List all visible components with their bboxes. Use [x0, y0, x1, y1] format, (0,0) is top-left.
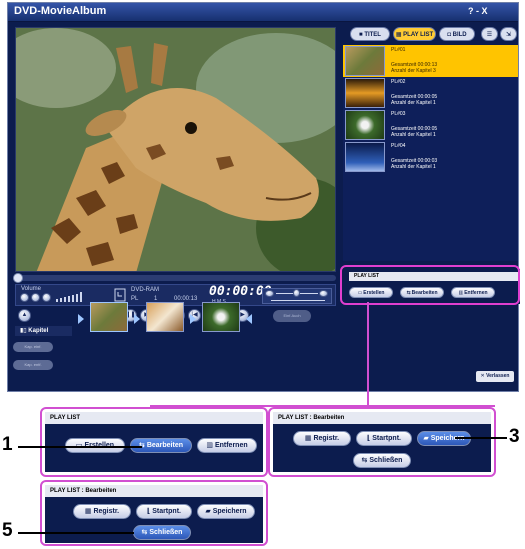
playlist-thumb-sky — [345, 142, 385, 172]
seek-knob[interactable] — [13, 273, 23, 283]
playlist-item-info: Gesamtzeit 00:00:03 Anzahl der Kapitel 1 — [391, 158, 437, 170]
callout-5-panel: PLAY LIST : Bearbeiten ▦ Registr. ⌊ Star… — [45, 485, 263, 543]
playlist-item-name: PL#03 — [391, 111, 406, 117]
playlist-item-info: Gesamtzeit 00:00:13 Anzahl der Kapitel 3 — [391, 62, 437, 74]
tab-titel-label: TITEL — [364, 32, 381, 38]
chapter-thumb-2[interactable] — [146, 302, 184, 332]
lead-line-1 — [18, 446, 142, 448]
volume-up-button[interactable] — [42, 293, 51, 302]
playlist-thumb-giraffe — [345, 46, 385, 76]
callout-1-entfernen-button[interactable]: ▥ Entfernen — [197, 438, 257, 453]
playlist-item-info: Gesamtzeit 00:00:05 Anzahl der Kapitel 1 — [391, 94, 437, 106]
verlassen-button[interactable]: ✕ Verlassen — [476, 371, 514, 382]
callout-5-speichern-label: Speichern — [212, 508, 247, 515]
zoom-in-button[interactable] — [319, 290, 328, 297]
title-bar: DVD-MovieAlbum ? - X — [8, 3, 518, 22]
zoom-slider-knob[interactable] — [293, 289, 300, 297]
playlist-item-chapters: Anzahl der Kapitel 1 — [391, 164, 436, 170]
callout-number-1: 1 — [2, 434, 13, 455]
callout-3: PLAY LIST : Bearbeiten ▦ Registr. ⌊ Star… — [268, 407, 496, 477]
connector-line-vertical — [367, 302, 369, 406]
chapter-thumb-1[interactable] — [90, 302, 128, 332]
callout-5-header: PLAY LIST : Bearbeiten — [45, 485, 263, 497]
tab-playlist-label: PLAY LIST — [403, 32, 434, 38]
seek-bar[interactable] — [13, 273, 336, 283]
chapter-marker-3 — [190, 314, 196, 324]
tab-bild[interactable]: ◘ BILD — [439, 27, 475, 41]
callout-5-registr-label: Registr. — [93, 508, 120, 515]
volume-mute-button[interactable] — [31, 293, 40, 302]
chapter-strip — [78, 301, 498, 351]
playlist-item-3[interactable]: PL#03 Gesamtzeit 00:00:05 Anzahl der Kap… — [343, 109, 518, 141]
callout-3-registr-label: Registr. — [313, 435, 340, 442]
tab-bild-label: BILD — [452, 32, 467, 38]
playlist-item-name: PL#02 — [391, 79, 406, 85]
chapter-marker-2 — [134, 314, 140, 324]
verlassen-label: Verlassen — [486, 373, 510, 379]
playlist-item-2[interactable]: PL#02 Gesamtzeit 00:00:05 Anzahl der Kap… — [343, 77, 518, 109]
insert-chapter-button[interactable]: Kap. einf. — [13, 342, 53, 352]
playlist-item-1[interactable]: PL#01 Gesamtzeit 00:00:13 Anzahl der Kap… — [343, 45, 518, 77]
giraffe-image — [16, 28, 335, 271]
chapter-end-marker — [246, 314, 252, 324]
callout-5-startpnt-label: Startpnt. — [152, 508, 181, 515]
callout-3-panel: PLAY LIST : Bearbeiten ▦ Registr. ⌊ Star… — [273, 412, 491, 472]
callout-1: PLAY LIST ▭ Erstellen ⇆ Bearbeiten ▥ Ent… — [40, 407, 268, 477]
window-title: DVD-MovieAlbum — [14, 5, 107, 17]
playlist-item-chapters: Anzahl der Kapitel 1 — [391, 132, 436, 138]
video-preview — [15, 27, 336, 272]
trash-icon: ▥ — [206, 442, 215, 449]
callout-3-startpnt-label: Startpnt. — [372, 435, 401, 442]
chapter-bar: ▮▯ Kapitel — [15, 326, 72, 336]
callout-1-header: PLAY LIST — [45, 412, 263, 424]
callout-5-registr-button[interactable]: ▦ Registr. — [73, 504, 131, 519]
panel-highlight — [340, 265, 520, 305]
chapter-start-marker — [78, 314, 84, 324]
app-window: DVD-MovieAlbum ? - X Volume DVD-RAM PL 1… — [7, 2, 520, 392]
list-view-button[interactable]: ☰ — [481, 27, 498, 41]
save-icon: ▰ — [205, 508, 213, 515]
chapter-label-text: Kapitel — [28, 328, 49, 334]
callout-5-schliessen-label: Schließen — [149, 529, 183, 536]
lead-line-3 — [455, 437, 507, 439]
callout-number-5: 5 — [2, 520, 13, 541]
playlist-item-info: Gesamtzeit 00:00:05 Anzahl der Kapitel 1 — [391, 126, 437, 138]
playlist-item-name: PL#04 — [391, 143, 406, 149]
chapter-thumb-3[interactable] — [202, 302, 240, 332]
callout-3-schliessen-label: Schließen — [369, 457, 403, 464]
lead-line-5 — [18, 532, 134, 534]
callout-3-registr-button[interactable]: ▦ Registr. — [293, 431, 351, 446]
callout-number-3: 3 — [509, 426, 520, 447]
disc-type: DVD-RAM — [131, 287, 159, 293]
playlist-item-4[interactable]: PL#04 Gesamtzeit 00:00:03 Anzahl der Kap… — [343, 141, 518, 173]
save-icon: ▰ — [423, 435, 431, 442]
playlist-item-chapters: Anzahl der Kapitel 3 — [391, 68, 436, 74]
callout-5: PLAY LIST : Bearbeiten ▦ Registr. ⌊ Star… — [40, 480, 268, 546]
chapter-label: ▮▯ Kapitel — [20, 327, 48, 334]
callout-1-entfernen-label: Entfernen — [214, 442, 248, 449]
tab-titel[interactable]: ■ TITEL — [350, 27, 390, 41]
callout-3-startpnt-button[interactable]: ⌊ Startpnt. — [356, 431, 412, 446]
callout-5-schliessen-button[interactable]: ⇆ Schließen — [133, 525, 191, 540]
callout-1-bearbeiten-label: Bearbeiten — [146, 442, 183, 449]
zoom-out-button[interactable] — [265, 290, 274, 297]
callout-3-header: PLAY LIST : Bearbeiten — [273, 412, 491, 424]
window-controls[interactable]: ? - X — [468, 6, 488, 16]
eject-button[interactable]: ▲ — [18, 309, 31, 322]
callout-3-schliessen-button[interactable]: ⇆ Schließen — [353, 453, 411, 468]
playlist-thumb-sunset — [345, 78, 385, 108]
playlist-item-name: PL#01 — [391, 47, 406, 53]
tab-playlist[interactable]: ▦ PLAY LIST — [393, 27, 436, 41]
volume-down-button[interactable] — [20, 293, 29, 302]
callout-5-startpnt-button[interactable]: ⌊ Startpnt. — [136, 504, 192, 519]
callout-5-speichern-button[interactable]: ▰ Speichern — [197, 504, 255, 519]
playlist-list: PL#01 Gesamtzeit 00:00:13 Anzahl der Kap… — [343, 45, 518, 261]
playlist-thumb-flower — [345, 110, 385, 140]
delete-chapter-button[interactable]: Kap. entf. — [13, 360, 53, 370]
playlist-item-chapters: Anzahl der Kapitel 1 — [391, 100, 436, 106]
callout-1-panel: PLAY LIST ▭ Erstellen ⇆ Bearbeiten ▥ Ent… — [45, 412, 263, 472]
disc-icon — [114, 288, 126, 302]
export-button[interactable]: ⇲ — [500, 27, 517, 41]
volume-label: Volume — [21, 286, 42, 292]
